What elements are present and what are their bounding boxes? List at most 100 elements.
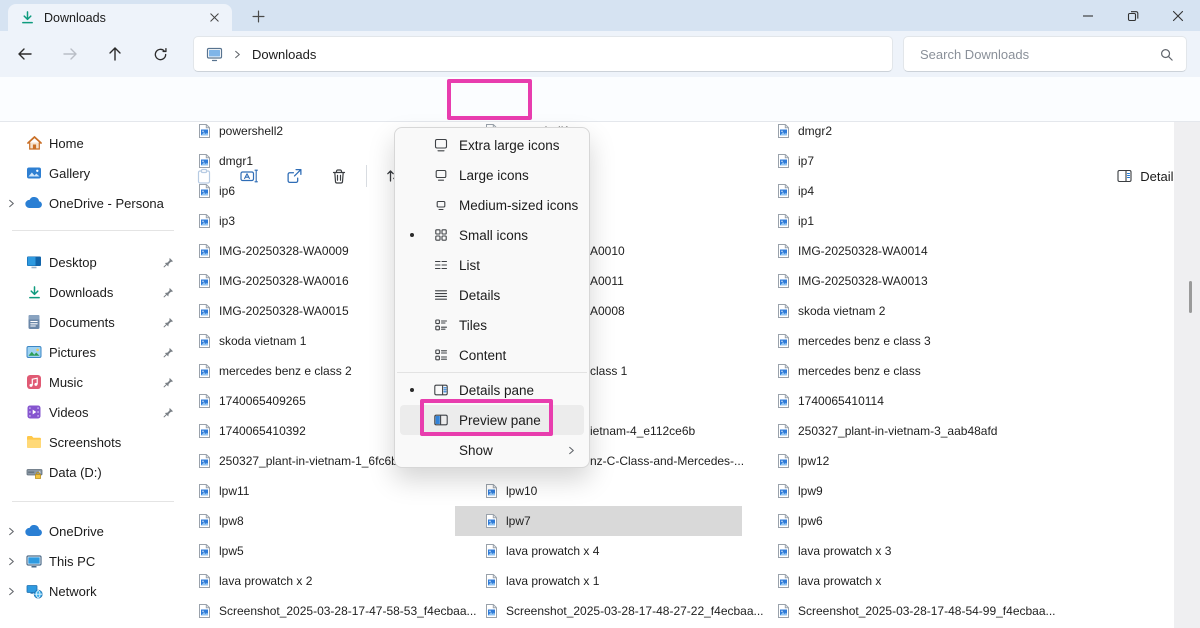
menu-item-details[interactable]: Details [395,280,589,310]
search-input[interactable]: Search Downloads [903,36,1187,72]
sidebar-item-network[interactable]: Network [0,576,186,606]
file-item-fragment[interactable]: A0008 [590,296,625,326]
vertical-scrollbar-thumb[interactable] [1189,281,1192,313]
file-item[interactable]: lpw8 [190,506,454,536]
sidebar-item-documents[interactable]: Documents [0,307,186,337]
file-item[interactable]: Screenshot_2025-03-28-17-48-54-99_f4ecba… [765,596,1095,626]
file-item[interactable]: ip7 [765,146,1095,176]
file-name: lpw6 [798,514,823,528]
menu-item-extra-large-icons[interactable]: Extra large icons [395,130,589,160]
file-item[interactable]: Screenshot_2025-03-28-17-48-27-22_f4ecba… [455,596,742,626]
file-name: IMG-20250328-WA0009 [219,244,349,258]
file-name: IMG-20250328-WA0014 [798,244,928,258]
chevron-right-icon[interactable] [0,527,22,536]
file-item[interactable]: 1740065410114 [765,386,1095,416]
file-item[interactable]: Screenshot_2025-03-28-17-47-58-53_f4ecba… [190,596,454,626]
file-item[interactable]: lpw10 [455,476,742,506]
minimize-button[interactable] [1065,0,1110,31]
menu-item-large-icons[interactable]: Large icons [395,160,589,190]
file-item[interactable]: 250327_plant-in-vietnam-3_aab48afd [765,416,1095,446]
file-name: lpw8 [219,514,244,528]
file-item[interactable]: mercedes benz e class [765,356,1095,386]
search-icon[interactable] [1159,47,1174,62]
sidebar-item-onedrive[interactable]: OneDrive [0,516,186,546]
tab-close-icon[interactable] [204,8,224,28]
file-item[interactable]: lpw9 [765,476,1095,506]
explorer-tab[interactable]: Downloads [8,4,232,31]
sidebar-item-videos[interactable]: Videos [0,397,186,427]
sidebar-item-home[interactable]: Home [0,128,186,158]
file-item[interactable]: IMG-20250328-WA0013 [765,266,1095,296]
address-bar[interactable]: Downloads [193,36,893,72]
menu-item-tiles[interactable]: Tiles [395,310,589,340]
file-item-fragment[interactable]: nz-C-Class-and-Mercedes-... [590,446,744,476]
file-item[interactable]: lava prowatch x [765,566,1095,596]
close-button[interactable] [1155,0,1200,31]
tab-strip: Downloads [0,0,1200,31]
menu-item-content[interactable]: Content [395,340,589,370]
menu-item-label: Small icons [459,228,528,243]
menu-item-small-icons[interactable]: Small icons [395,220,589,250]
file-item[interactable]: dmgr2 [765,116,1095,146]
chevron-right-icon[interactable] [0,587,22,596]
file-image-icon [777,573,790,589]
details-pane-icon [433,382,449,398]
file-name: ip6 [219,184,235,198]
new-tab-button[interactable] [246,7,270,25]
file-item-fragment[interactable]: ietnam-4_e112ce6b [590,416,695,446]
sidebar-item-pictures[interactable]: Pictures [0,337,186,367]
content-icon [433,347,449,363]
file-item-fragment[interactable]: A0011 [590,266,624,296]
file-item[interactable]: ip1 [765,206,1095,236]
sidebar-item-music[interactable]: Music [0,367,186,397]
file-item[interactable]: lpw12 [765,446,1095,476]
file-image-icon [777,273,790,289]
file-item[interactable]: lpw5 [190,536,454,566]
sidebar-item-label: Data (D:) [49,465,102,480]
chevron-right-icon[interactable] [0,199,22,208]
home-icon [22,135,46,151]
up-button[interactable] [98,37,132,71]
file-item[interactable]: lava prowatch x 4 [455,536,742,566]
file-name: lpw12 [798,454,829,468]
file-item[interactable]: lava prowatch x 3 [765,536,1095,566]
file-item[interactable]: mercedes benz e class 3 [765,326,1095,356]
restore-button[interactable] [1110,0,1155,31]
search-placeholder: Search Downloads [920,47,1159,62]
file-item-fragment[interactable]: A0010 [590,236,625,266]
file-item[interactable]: lava prowatch x 2 [190,566,454,596]
file-item-fragment[interactable]: class 1 [590,356,627,386]
sidebar-item-data-d[interactable]: Data (D:) [0,457,186,487]
medium-icons-icon [433,197,449,213]
file-name: 250327_plant-in-vietnam-3_aab48afd [798,424,997,438]
sidebar-item-this-pc[interactable]: This PC [0,546,186,576]
drive-icon [22,465,46,480]
vertical-scrollbar-track[interactable] [1174,122,1200,628]
breadcrumb[interactable]: Downloads [252,47,316,62]
sidebar-item-label: Screenshots [49,435,121,450]
file-item[interactable]: skoda vietnam 2 [765,296,1095,326]
sidebar-item-gallery[interactable]: Gallery [0,158,186,188]
sidebar-item-screenshots[interactable]: Screenshots [0,427,186,457]
file-item[interactable]: lava prowatch x 1 [455,566,742,596]
file-item[interactable]: IMG-20250328-WA0014 [765,236,1095,266]
menu-item-show[interactable]: Show [395,435,589,465]
menu-item-medium-sized-icons[interactable]: Medium-sized icons [395,190,589,220]
sidebar-item-downloads[interactable]: Downloads [0,277,186,307]
file-item[interactable]: lpw7 [455,506,742,536]
file-item[interactable]: lpw11 [190,476,454,506]
file-item[interactable]: lpw6 [765,506,1095,536]
chevron-right-icon[interactable] [233,50,242,59]
sidebar-item-onedrive-persona[interactable]: OneDrive - Persona [0,188,186,218]
refresh-button[interactable] [143,37,177,71]
file-name: ip1 [798,214,814,228]
menu-divider [397,372,587,373]
small-icons-icon [433,227,449,243]
menu-item-list[interactable]: List [395,250,589,280]
back-button[interactable] [8,37,42,71]
file-item[interactable]: ip4 [765,176,1095,206]
chevron-right-icon[interactable] [0,557,22,566]
downloads-icon [22,285,46,300]
forward-button[interactable] [53,37,87,71]
sidebar-item-desktop[interactable]: Desktop [0,247,186,277]
